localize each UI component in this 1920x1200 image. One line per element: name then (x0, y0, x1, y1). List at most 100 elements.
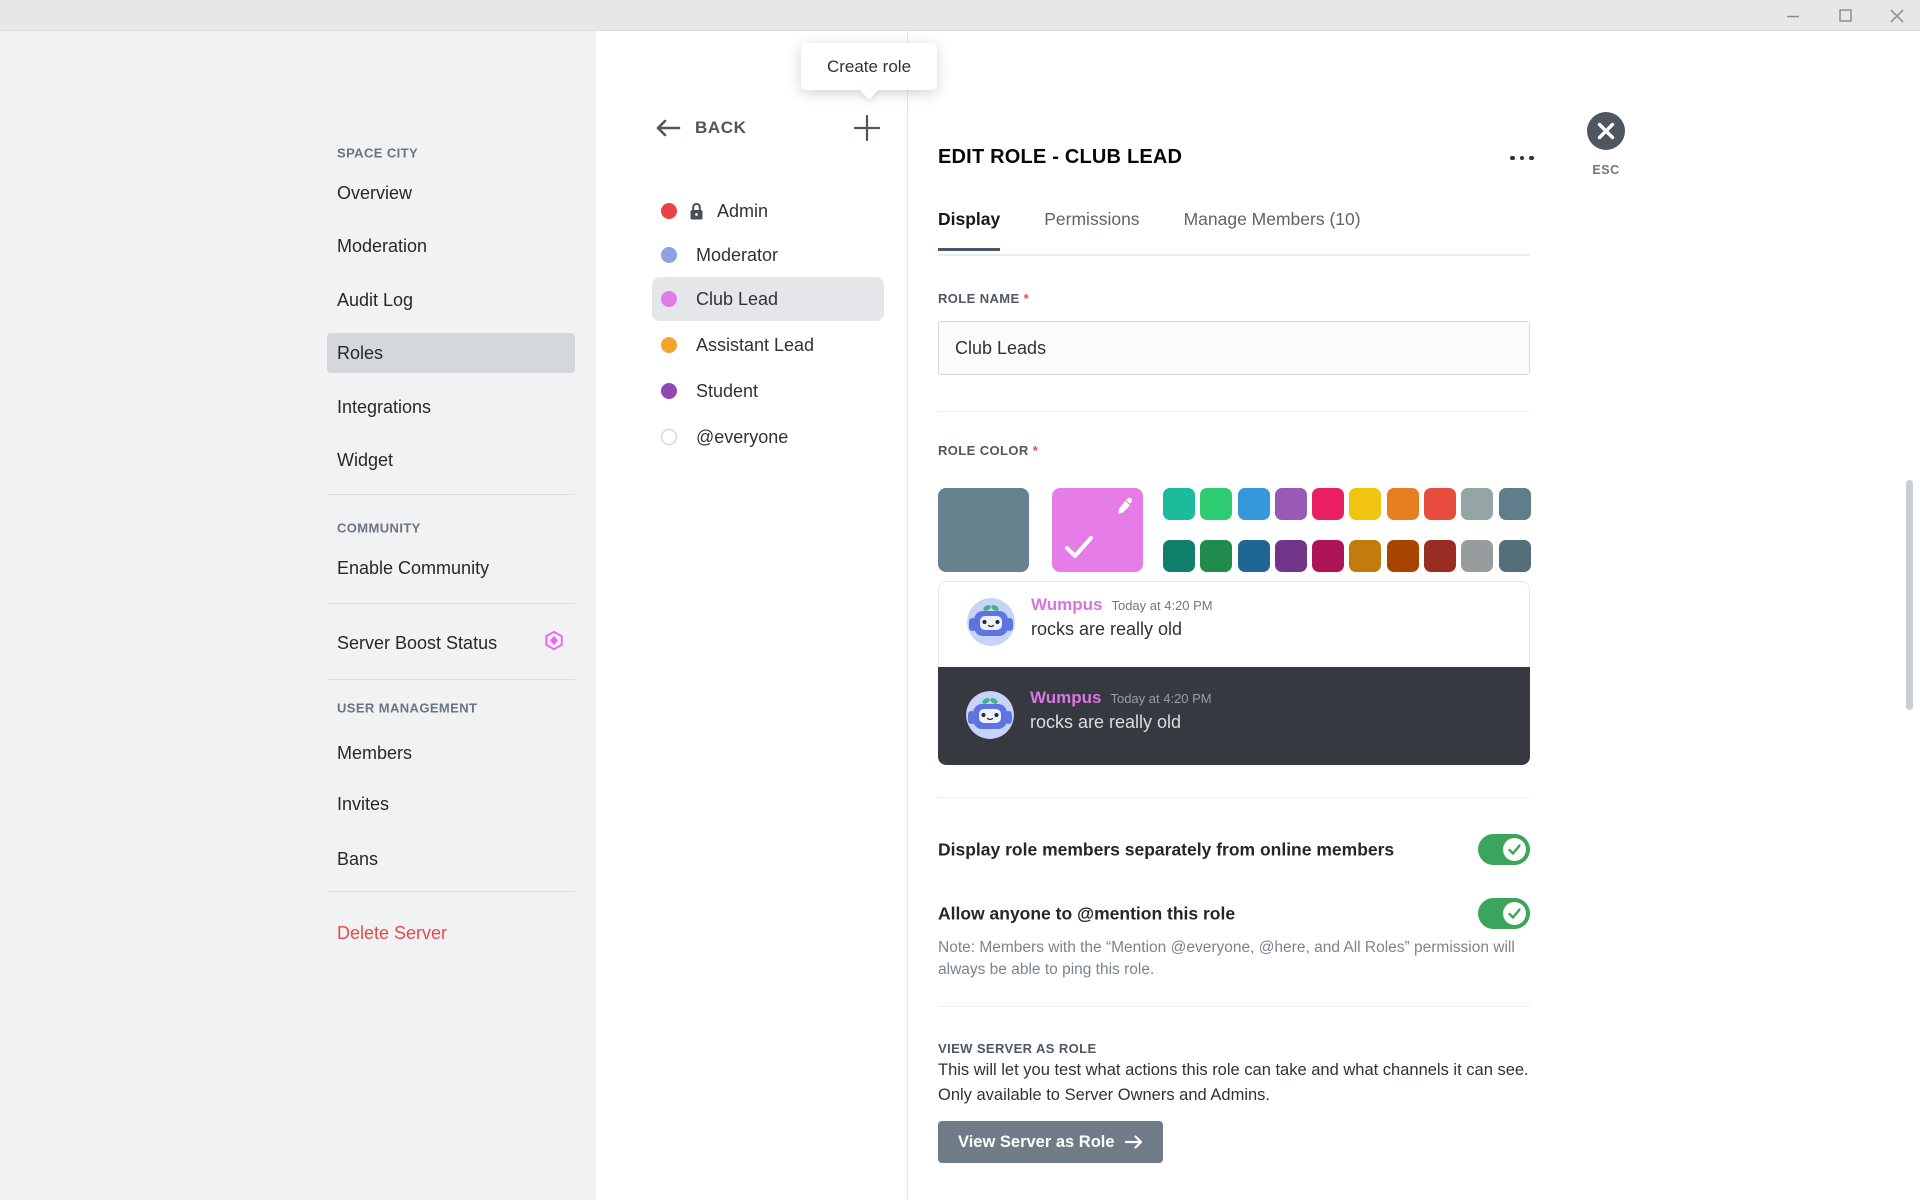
tab-divider (938, 254, 1530, 256)
default-color-swatch[interactable] (938, 488, 1029, 572)
toggle-display-separately[interactable] (1478, 834, 1530, 865)
palette-swatch[interactable] (1424, 488, 1456, 520)
close-icon (1597, 122, 1615, 140)
view-server-as-role-button-label: View Server as Role (958, 1133, 1115, 1152)
palette-swatch[interactable] (1499, 488, 1531, 520)
view-server-as-role-button[interactable]: View Server as Role (938, 1121, 1163, 1163)
palette-swatch[interactable] (1424, 540, 1456, 572)
palette-swatch[interactable] (1312, 540, 1344, 572)
toggle-allow-mention[interactable] (1478, 898, 1530, 929)
view-server-as-role-description: This will let you test what actions this… (938, 1058, 1530, 1108)
sidebar-item-server-boost-status[interactable]: Server Boost Status (327, 623, 575, 663)
sidebar-item-enable-community[interactable]: Enable Community (327, 548, 575, 588)
role-list-item-moderator[interactable]: Moderator (652, 233, 884, 277)
create-role-tooltip: Create role (801, 43, 937, 90)
sidebar-item-audit-log[interactable]: Audit Log (327, 280, 575, 320)
toggle-knob (1503, 838, 1526, 861)
role-name-input[interactable] (938, 321, 1530, 375)
palette-swatch[interactable] (1238, 540, 1270, 572)
palette-swatch[interactable] (1163, 488, 1195, 520)
palette-swatch[interactable] (1312, 488, 1344, 520)
sidebar-divider (327, 494, 575, 495)
preview-timestamp: Today at 4:20 PM (1110, 691, 1211, 706)
sidebar-item-delete-server[interactable]: Delete Server (327, 913, 575, 953)
palette-swatch[interactable] (1200, 488, 1232, 520)
section-divider (938, 797, 1530, 798)
back-label: BACK (695, 118, 747, 138)
tab-display[interactable]: Display (938, 209, 1000, 251)
palette-swatch[interactable] (1387, 540, 1419, 572)
tab-manage-members[interactable]: Manage Members (10) (1184, 209, 1361, 251)
role-color-dot (661, 247, 677, 263)
view-server-as-role-header: VIEW SERVER AS ROLE (938, 1041, 1097, 1056)
mention-note: Note: Members with the “Mention @everyon… (938, 937, 1523, 981)
window-titlebar (0, 0, 1920, 31)
role-list-item-assistant-lead[interactable]: Assistant Lead (652, 323, 884, 367)
custom-color-swatch-selected[interactable] (1052, 488, 1143, 572)
sidebar-item-invites[interactable]: Invites (327, 784, 575, 824)
palette-swatch[interactable] (1461, 488, 1493, 520)
role-color-preview: Wumpus Today at 4:20 PM rocks are really… (938, 581, 1530, 765)
role-list-item-everyone[interactable]: @everyone (652, 415, 884, 459)
palette-swatch[interactable] (1163, 540, 1195, 572)
role-name: Assistant Lead (696, 335, 814, 356)
sidebar-item-moderation[interactable]: Moderation (327, 226, 575, 266)
avatar (967, 598, 1015, 646)
role-name: Student (696, 381, 758, 402)
section-divider (938, 411, 1530, 412)
role-name: Admin (717, 201, 768, 222)
preview-message-text: rocks are really old (1030, 712, 1212, 733)
palette-swatch[interactable] (1238, 488, 1270, 520)
plus-icon (853, 114, 881, 142)
back-button[interactable]: BACK (655, 118, 747, 138)
tab-bar: Display Permissions Manage Members (10) (938, 209, 1361, 251)
sidebar-item-roles[interactable]: Roles (327, 333, 575, 373)
color-palette-grid (1163, 488, 1531, 572)
role-color-dot (661, 203, 677, 219)
sidebar-item-widget[interactable]: Widget (327, 440, 575, 480)
more-options-icon[interactable] (1505, 146, 1539, 170)
palette-swatch[interactable] (1349, 540, 1381, 572)
palette-swatch[interactable] (1387, 488, 1419, 520)
role-list-item-student[interactable]: Student (652, 369, 884, 413)
sidebar-divider (327, 603, 575, 604)
preview-message-light: Wumpus Today at 4:20 PM rocks are really… (938, 581, 1530, 667)
avatar (966, 691, 1014, 739)
role-name-label: ROLE NAME * (938, 291, 1029, 306)
close-settings-button[interactable] (1587, 112, 1625, 150)
palette-swatch[interactable] (1275, 540, 1307, 572)
server-boost-label: Server Boost Status (337, 633, 497, 654)
role-color-label: ROLE COLOR * (938, 443, 1038, 458)
scrollbar[interactable] (1906, 480, 1913, 710)
sidebar-item-members[interactable]: Members (327, 733, 575, 773)
edit-role-panel: EDIT ROLE - CLUB LEAD ESC Display Permis… (908, 31, 1920, 1200)
preview-message-text: rocks are really old (1031, 619, 1213, 640)
maximize-icon[interactable] (1830, 3, 1860, 29)
preview-timestamp: Today at 4:20 PM (1111, 598, 1212, 613)
close-window-icon[interactable] (1882, 3, 1912, 29)
section-divider (938, 1006, 1530, 1007)
discord-server-settings: SPACE CITY Overview Moderation Audit Log… (0, 0, 1920, 1200)
palette-swatch[interactable] (1499, 540, 1531, 572)
sidebar-item-integrations[interactable]: Integrations (327, 387, 575, 427)
palette-swatch[interactable] (1461, 540, 1493, 572)
role-list-item-admin[interactable]: Admin (652, 189, 884, 233)
community-header: COMMUNITY (337, 521, 575, 536)
server-name-header: SPACE CITY (337, 146, 575, 161)
arrow-right-icon (1125, 1135, 1143, 1149)
minimize-icon[interactable] (1778, 3, 1808, 29)
palette-swatch[interactable] (1200, 540, 1232, 572)
tab-permissions[interactable]: Permissions (1044, 209, 1139, 251)
sidebar-item-overview[interactable]: Overview (327, 173, 575, 213)
role-list-item-club-lead[interactable]: Club Lead (652, 277, 884, 321)
sidebar-divider (327, 679, 575, 680)
create-role-button[interactable] (852, 113, 882, 143)
sidebar-item-bans[interactable]: Bans (327, 839, 575, 879)
eyedropper-icon (1114, 495, 1136, 522)
toggle-knob (1503, 902, 1526, 925)
palette-swatch[interactable] (1275, 488, 1307, 520)
tooltip-arrow (858, 88, 880, 100)
user-management-header: USER MANAGEMENT (337, 701, 575, 716)
palette-swatch[interactable] (1349, 488, 1381, 520)
sidebar-divider (327, 891, 575, 892)
